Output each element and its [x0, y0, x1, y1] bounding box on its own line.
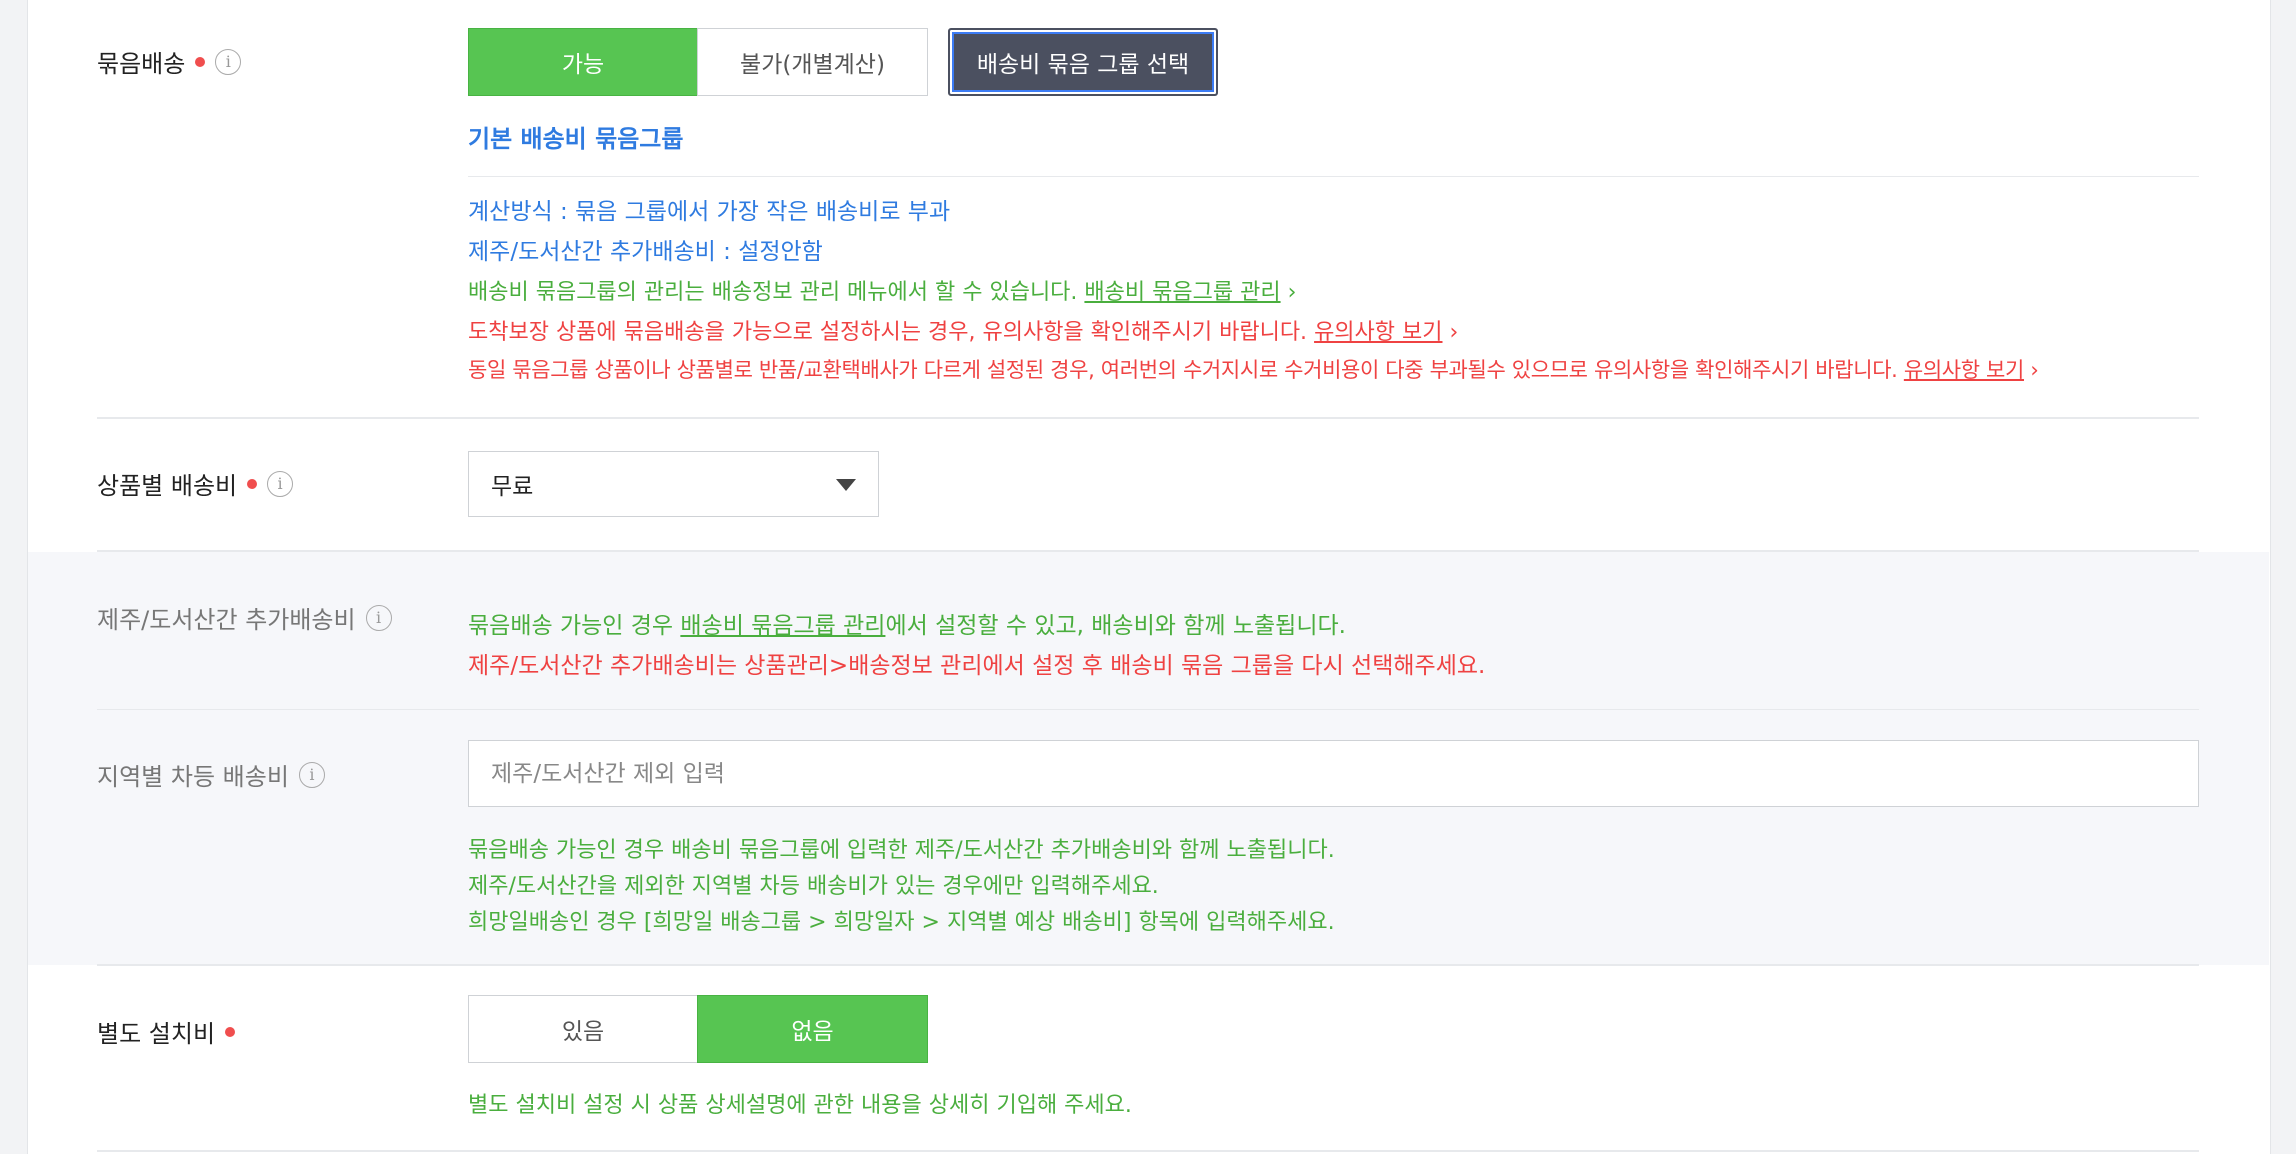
- bundle-manage-notice-text: 배송비 묶음그룹의 관리는 배송정보 관리 메뉴에서 할 수 있습니다.: [468, 280, 1078, 305]
- island-fee-label: 제주/도서산간 추가배송비 i: [97, 600, 392, 635]
- island-fee-warning: 제주/도서산간 추가배송비는 상품관리>배송정보 관리에서 설정 후 배송비 묶…: [468, 653, 1486, 679]
- bundle-option-unavailable-button[interactable]: 불가(개별계산): [697, 28, 928, 96]
- row-divider: [97, 417, 2199, 419]
- island-fee-notice-suffix: 에서 설정할 수 있고, 배송비와 함께 노출됩니다.: [885, 613, 1346, 639]
- regional-fee-label-text: 지역별 차등 배송비: [97, 763, 289, 791]
- regional-fee-label: 지역별 차등 배송비 i: [97, 757, 325, 792]
- install-option-yes-button[interactable]: 있음: [468, 995, 698, 1063]
- required-dot-icon: [195, 56, 206, 67]
- chevron-right-icon: ›: [2030, 358, 2039, 382]
- product-fee-selected-value: 무료: [491, 474, 534, 500]
- install-fee-label: 별도 설치비: [97, 1014, 236, 1049]
- island-fee-label-text: 제주/도서산간 추가배송비: [97, 606, 356, 634]
- info-icon[interactable]: i: [298, 761, 325, 788]
- regional-fee-input[interactable]: [468, 740, 2199, 807]
- regional-fee-hint-1: 묶음배송 가능인 경우 배송비 묶음그룹에 입력한 제주/도서산간 추가배송비와…: [468, 838, 1335, 863]
- row-divider: [97, 709, 2199, 710]
- required-dot-icon: [225, 1026, 236, 1037]
- bundle-calc-method: 계산방식 : 묶음 그룹에서 가장 작은 배송비로 부과: [468, 199, 951, 225]
- island-bundle-group-link[interactable]: 배송비 묶음그룹 관리: [680, 613, 885, 639]
- notice-link-1[interactable]: 유의사항 보기: [1314, 320, 1442, 345]
- island-fee-notice: 묶음배송 가능인 경우 배송비 묶음그룹 관리에서 설정할 수 있고, 배송비와…: [468, 606, 1346, 640]
- chevron-right-icon: ›: [1287, 280, 1297, 305]
- bundle-manage-notice: 배송비 묶음그룹의 관리는 배송정보 관리 메뉴에서 할 수 있습니다. 배송비…: [468, 274, 1296, 306]
- row-divider: [97, 550, 2199, 552]
- regional-fee-hint-2: 제주/도서산간을 제외한 지역별 차등 배송비가 있는 경우에만 입력해주세요.: [468, 874, 1159, 899]
- bundle-manage-link[interactable]: 배송비 묶음그룹 관리: [1084, 280, 1280, 305]
- chevron-down-icon: [836, 479, 856, 491]
- install-option-no-button[interactable]: 없음: [697, 995, 928, 1063]
- install-fee-label-text: 별도 설치비: [97, 1020, 216, 1048]
- bundle-shipping-label: 묶음배송 i: [97, 44, 242, 79]
- regional-fee-hint-3: 희망일배송인 경우 [희망일 배송그룹 > 희망일자 > 지역별 예상 배송비]…: [468, 910, 1335, 935]
- product-fee-select[interactable]: 무료: [468, 451, 879, 517]
- bundle-group-select-button[interactable]: 배송비 묶음 그룹 선택: [948, 28, 1218, 96]
- bundle-island-fee: 제주/도서산간 추가배송비 : 설정안함: [468, 239, 823, 265]
- bundle-option-available-button[interactable]: 가능: [468, 28, 698, 96]
- row-divider: [97, 1150, 2199, 1152]
- info-icon[interactable]: i: [267, 470, 294, 497]
- arrival-guarantee-warning: 도착보장 상품에 묶음배송을 가능으로 설정하시는 경우, 유의사항을 확인해주…: [468, 314, 1458, 346]
- island-fee-notice-prefix: 묶음배송 가능인 경우: [468, 613, 681, 639]
- bundle-shipping-label-text: 묶음배송: [97, 50, 186, 78]
- notice-link-2[interactable]: 유의사항 보기: [1904, 358, 2025, 382]
- return-carrier-warning: 동일 묶음그룹 상품이나 상품별로 반품/교환택배사가 다르게 설정된 경우, …: [468, 354, 2039, 384]
- install-fee-hint: 별도 설치비 설정 시 상품 상세설명에 관한 내용을 상세히 기입해 주세요.: [468, 1093, 1132, 1118]
- arrival-guarantee-warning-text: 도착보장 상품에 묶음배송을 가능으로 설정하시는 경우, 유의사항을 확인해주…: [468, 320, 1308, 345]
- info-icon[interactable]: i: [365, 604, 392, 631]
- info-icon[interactable]: i: [215, 48, 242, 75]
- bundle-group-divider: [468, 176, 2199, 177]
- product-fee-label: 상품별 배송비 i: [97, 466, 294, 501]
- product-fee-label-text: 상품별 배송비: [97, 472, 238, 500]
- chevron-right-icon: ›: [1449, 320, 1459, 345]
- bundle-group-name: 기본 배송비 묶음그룹: [468, 125, 684, 153]
- required-dot-icon: [247, 478, 258, 489]
- return-carrier-warning-text: 동일 묶음그룹 상품이나 상품별로 반품/교환택배사가 다르게 설정된 경우, …: [468, 358, 1898, 382]
- row-divider: [97, 964, 2199, 966]
